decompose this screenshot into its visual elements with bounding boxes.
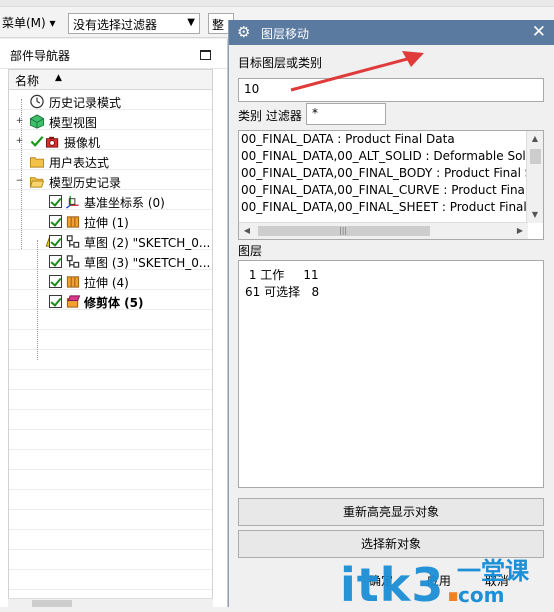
maximize-icon[interactable] [200, 50, 211, 60]
dialog-title-bar: ⚙ 图层移动 ✕ [229, 20, 554, 45]
category-horizontal-scrollbar[interactable]: ◀ ||| ▶ [239, 222, 528, 239]
menu-button[interactable]: 菜单(M) ▾ [2, 14, 56, 31]
category-filter-value: * [312, 106, 318, 120]
part-navigator: 部件导航器 名称 ▲ 历史记录模式 + 模型视图 + 摄像机 用户表达式 − 模… [0, 39, 228, 607]
folder-icon [29, 157, 45, 168]
list-item[interactable]: 00_FINAL_DATA,00_FINAL_BODY : Product Fi… [239, 165, 543, 182]
tree-item-model-history[interactable]: − 模型历史记录 [9, 172, 212, 192]
move-to-layer-dialog: ⚙ 图层移动 ✕ 目标图层或类别 10 类别 过滤器 * 00_FINAL_DA… [228, 20, 554, 607]
select-new-object-button[interactable]: 选择新对象 [238, 530, 544, 558]
sort-ascending-icon: ▲ [55, 73, 62, 83]
list-item[interactable]: 00_FINAL_DATA,00_ALT_SOLID : Deformable … [239, 148, 543, 165]
tree-item-label: 拉伸 (4) [84, 276, 129, 290]
extrude-icon [66, 216, 80, 228]
check-mark-icon [30, 136, 44, 147]
tree-item-trim-body-5[interactable]: 修剪体 (5) [9, 292, 212, 312]
close-icon[interactable]: ✕ [532, 22, 546, 42]
sketch-icon [66, 235, 80, 248]
scroll-up-icon[interactable]: ▲ [527, 131, 543, 147]
watermark-text: itk3 [340, 558, 445, 612]
target-layer-value: 10 [244, 82, 260, 96]
scroll-down-icon[interactable]: ▼ [527, 207, 543, 223]
layer-row[interactable]: 61 可选择 8 [245, 283, 319, 300]
type-filter-value: 没有选择过滤器 [73, 18, 158, 32]
category-list[interactable]: 00_FINAL_DATA : Product Final Data 00_FI… [238, 130, 544, 240]
category-vertical-scrollbar[interactable]: ▲ ▼ [526, 131, 543, 223]
tree-item-history-mode[interactable]: 历史记录模式 [9, 92, 212, 112]
navigator-tree: 名称 ▲ 历史记录模式 + 模型视图 + 摄像机 用户表达式 − 模型历史记录 … [8, 69, 213, 599]
tree-item-sketch-3[interactable]: 草图 (3) "SKETCH_0... [9, 252, 212, 272]
navigator-horizontal-scrollbar[interactable] [8, 598, 213, 607]
watermark-logo: itk3. [340, 558, 463, 612]
visibility-checkbox[interactable] [49, 235, 62, 248]
collapse-icon[interactable]: − [15, 177, 24, 186]
dropdown-arrow-icon[interactable]: ▼ [187, 17, 195, 28]
tree-item-cameras[interactable]: + 摄像机 [9, 132, 212, 152]
list-item[interactable]: 00_FINAL_DATA,00_FINAL_SHEET : Product F… [239, 199, 543, 216]
tree-item-label: 摄像机 [64, 136, 101, 150]
tree-item-label: 修剪体 (5) [84, 296, 144, 310]
ribbon-strip [0, 0, 554, 7]
tree-item-label: 模型视图 [49, 116, 98, 130]
trim-body-icon [66, 295, 81, 308]
expand-icon[interactable]: + [15, 137, 24, 146]
camera-icon [45, 136, 59, 148]
tree-item-datum-csys[interactable]: 基准坐标系 (0) [9, 192, 212, 212]
type-filter-select[interactable]: 没有选择过滤器 ▼ [68, 13, 200, 34]
tree-item-model-views[interactable]: + 模型视图 [9, 112, 212, 132]
tree-item-user-expressions[interactable]: 用户表达式 [9, 152, 212, 172]
scroll-left-icon[interactable]: ◀ [239, 223, 255, 239]
menu-label: 菜单(M) [2, 16, 46, 30]
tree-item-extrude-4[interactable]: 拉伸 (4) [9, 272, 212, 292]
category-filter-label: 类别 过滤器 [238, 109, 302, 123]
layers-label: 图层 [238, 244, 263, 258]
list-item[interactable]: 00_FINAL_DATA,00_FINAL_CURVE : Product F… [239, 182, 543, 199]
tree-item-label: 草图 (2) "SKETCH_0... [84, 236, 211, 250]
tree-item-sketch-2[interactable]: 草图 (2) "SKETCH_0... [9, 232, 212, 252]
visibility-checkbox[interactable] [49, 275, 62, 288]
dialog-title: 图层移动 [261, 27, 310, 41]
list-item[interactable]: 00_FINAL_DATA : Product Final Data [239, 131, 543, 148]
expand-icon[interactable]: + [15, 117, 24, 126]
model-view-icon [29, 114, 45, 129]
re-highlight-objects-button[interactable]: 重新高亮显示对象 [238, 498, 544, 526]
navigator-title: 部件导航器 [10, 49, 71, 63]
tree-item-label: 拉伸 (1) [84, 216, 129, 230]
watermark-domain: com [458, 583, 505, 607]
clock-icon [30, 94, 44, 109]
scroll-right-icon[interactable]: ▶ [512, 223, 528, 239]
scrollbar-thumb[interactable] [530, 149, 541, 164]
tree-item-label: 用户表达式 [49, 156, 110, 170]
datum-csys-icon [66, 195, 79, 209]
tree-item-label: 草图 (3) "SKETCH_0... [84, 256, 211, 270]
chevron-down-icon: ▾ [49, 16, 56, 30]
visibility-checkbox[interactable] [49, 255, 62, 268]
scrollbar-grip: ||| [339, 226, 348, 235]
gear-icon[interactable]: ⚙ [237, 23, 250, 41]
visibility-checkbox[interactable] [49, 195, 62, 208]
navigator-title-bar: 部件导航器 [0, 39, 227, 69]
column-name-label: 名称 [15, 74, 40, 88]
layer-list[interactable]: 1 工作 11 61 可选择 8 [238, 260, 544, 488]
column-header-name[interactable]: 名称 ▲ [9, 70, 212, 90]
red-arrow-annotation [290, 51, 424, 92]
tree-item-label: 模型历史记录 [49, 176, 122, 190]
folder-open-icon [29, 177, 45, 188]
visibility-checkbox[interactable] [49, 215, 62, 228]
tree-item-label: 基准坐标系 (0) [84, 196, 165, 210]
watermark-subtitle: 一堂课 [457, 557, 529, 585]
tree-item-label: 历史记录模式 [49, 96, 122, 110]
visibility-checkbox[interactable] [49, 295, 62, 308]
sketch-icon [66, 255, 80, 268]
extrude-icon [66, 276, 80, 288]
scope-value: 整 [212, 18, 225, 32]
layer-row[interactable]: 1 工作 11 [245, 266, 319, 283]
category-filter-input[interactable]: * [306, 103, 386, 125]
tree-item-extrude-1[interactable]: 拉伸 (1) [9, 212, 212, 232]
scrollbar-thumb[interactable] [32, 600, 72, 607]
